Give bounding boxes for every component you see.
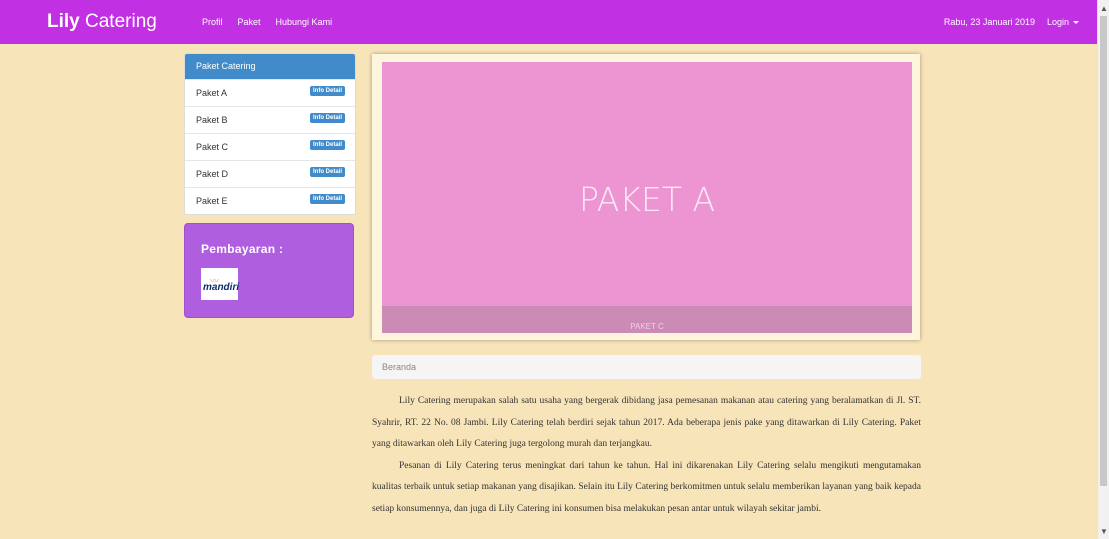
- nav-link-paket[interactable]: Paket: [238, 17, 261, 27]
- slide-caption-bar: PAKET C: [382, 306, 912, 333]
- image-carousel: PAKET A PAKET C: [372, 54, 920, 340]
- vertical-scrollbar[interactable]: ▲ ▼: [1097, 0, 1109, 539]
- info-detail-button[interactable]: Info Detail: [309, 113, 345, 123]
- list-item-paket-d: Paket D Info Detail: [185, 160, 355, 187]
- scroll-down-icon[interactable]: ▼: [1100, 527, 1108, 536]
- list-item-label: Paket D: [196, 169, 229, 179]
- scroll-up-icon[interactable]: ▲: [1100, 4, 1108, 13]
- about-paragraph-2: Pesanan di Lily Catering terus meningkat…: [372, 460, 921, 514]
- nav-link-profil[interactable]: Profil: [202, 17, 223, 27]
- current-date: Rabu, 23 Januari 2019: [943, 17, 1035, 27]
- about-content: Lily Catering merupakan salah satu usaha…: [372, 391, 921, 521]
- top-navbar: Lily Catering Profil Paket Hubungi Kami …: [0, 0, 1097, 44]
- info-detail-button[interactable]: Info Detail: [309, 167, 345, 177]
- caret-down-icon: [1073, 21, 1079, 25]
- brand-bold: Lily: [47, 11, 80, 32]
- list-item-paket-a: Paket A Info Detail: [185, 79, 355, 106]
- info-detail-button[interactable]: Info Detail: [309, 194, 345, 204]
- brand-rest: Catering: [85, 11, 157, 32]
- info-detail-button[interactable]: Info Detail: [309, 86, 345, 96]
- info-detail-button[interactable]: Info Detail: [309, 140, 345, 150]
- carousel-slide[interactable]: PAKET A PAKET C: [382, 62, 912, 333]
- login-label: Login: [1046, 17, 1069, 27]
- breadcrumb: Beranda: [372, 355, 921, 379]
- slide-caption: PAKET C: [630, 322, 664, 331]
- payment-title: Pembayaran :: [201, 242, 284, 256]
- list-item-paket-b: Paket B Info Detail: [185, 106, 355, 133]
- panel-heading: Paket Catering: [185, 54, 355, 79]
- list-item-label: Paket C: [196, 142, 229, 152]
- list-item-label: Paket B: [196, 115, 228, 125]
- paket-catering-panel: Paket Catering Paket A Info Detail Paket…: [184, 53, 356, 215]
- about-paragraph-1: Lily Catering merupakan salah satu usaha…: [372, 396, 921, 450]
- mandiri-logo: 〰 mandiri: [201, 268, 240, 300]
- slide-title: PAKET A: [578, 180, 716, 219]
- list-item-label: Paket E: [196, 196, 228, 206]
- list-item-paket-e: Paket E Info Detail: [185, 187, 355, 214]
- nav-right: Rabu, 23 Januari 2019 Login: [944, 0, 1079, 44]
- list-item-label: Paket A: [196, 88, 228, 98]
- breadcrumb-beranda[interactable]: Beranda: [382, 362, 416, 372]
- nav-links: Profil Paket Hubungi Kami: [202, 0, 347, 44]
- list-item-paket-c: Paket C Info Detail: [185, 133, 355, 160]
- payment-box: Pembayaran : 〰 mandiri: [184, 223, 354, 318]
- nav-link-hubungi-kami[interactable]: Hubungi Kami: [276, 17, 333, 27]
- scrollbar-thumb[interactable]: [1100, 16, 1107, 486]
- mandiri-logo-text: mandiri: [203, 282, 240, 293]
- login-dropdown[interactable]: Login: [1047, 17, 1079, 27]
- brand-logo[interactable]: Lily Catering: [47, 11, 157, 33]
